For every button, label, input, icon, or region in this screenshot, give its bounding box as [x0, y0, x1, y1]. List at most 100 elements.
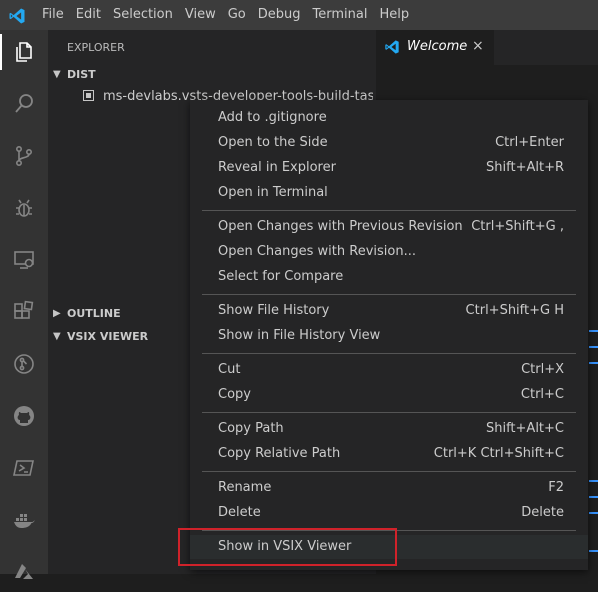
- menu-debug[interactable]: Debug: [252, 0, 307, 30]
- menu-item-shortcut: Delete: [521, 505, 564, 520]
- remote-explorer-icon: [14, 251, 34, 269]
- welcome-link-fragment: [589, 362, 598, 364]
- menu-item-open-in-terminal[interactable]: Open in Terminal: [190, 181, 588, 205]
- menu-item-add-to-gitignore[interactable]: Add to .gitignore: [190, 106, 588, 130]
- menu-item-delete[interactable]: Delete Delete: [190, 501, 588, 525]
- menu-item-shortcut: Shift+Alt+C: [485, 421, 564, 436]
- welcome-link-fragment: [589, 330, 598, 332]
- menu-item-rename[interactable]: Rename F2: [190, 476, 588, 500]
- menu-item-shortcut: Ctrl+X: [521, 362, 564, 377]
- menu-item-shortcut: Ctrl+Enter: [495, 135, 564, 150]
- dist-section-label: DIST: [67, 68, 96, 81]
- menu-item-shortcut: Ctrl+Shift+G H: [465, 303, 564, 318]
- menu-item-reveal-in-explorer[interactable]: Reveal in Explorer Shift+Alt+R: [190, 156, 588, 180]
- welcome-link-fragment: [589, 550, 598, 552]
- menu-terminal[interactable]: Terminal: [307, 0, 374, 30]
- activity-bar: [0, 30, 48, 579]
- menu-separator: [202, 471, 576, 472]
- chevron-down-icon: ▼: [53, 69, 61, 80]
- context-menu: Add to .gitignore Open to the Side Ctrl+En…: [190, 100, 588, 570]
- welcome-link-fragment: [589, 480, 598, 482]
- source-control-icon: [16, 145, 33, 166]
- menu-item-copy-path[interactable]: Copy Path Shift+Alt+C: [190, 417, 588, 441]
- menu-go[interactable]: Go: [222, 0, 252, 30]
- extensions-icon: [14, 300, 34, 319]
- menu-item-label: Show File History: [218, 303, 330, 318]
- outline-section-label: OUTLINE: [67, 307, 121, 320]
- menu-item-label: Show in File History View: [218, 328, 381, 343]
- explorer-title: EXPLORER: [67, 41, 125, 54]
- azure-activity[interactable]: [0, 552, 48, 592]
- menu-item-shortcut: Shift+Alt+R: [486, 160, 564, 175]
- powershell-activity[interactable]: [0, 448, 48, 488]
- search-icon: [15, 94, 33, 113]
- gitlens-icon: [14, 354, 34, 374]
- menu-item-label: Open in Terminal: [218, 185, 328, 200]
- menu-item-label: Open Changes with Revision...: [218, 244, 416, 259]
- docker-icon: [14, 514, 35, 528]
- menu-item-label: Copy Path: [218, 421, 284, 436]
- menu-item-open-changes-with-previous-revision[interactable]: Open Changes with Previous Revision Ctrl+…: [190, 215, 588, 239]
- menu-item-show-in-file-history-view[interactable]: Show in File History View: [190, 324, 588, 348]
- close-icon[interactable]: ×: [472, 38, 484, 54]
- menu-item-label: Cut: [218, 362, 241, 377]
- welcome-link-fragment: [589, 346, 598, 348]
- files-icon: [16, 42, 32, 62]
- menu-separator: [202, 294, 576, 295]
- menu-item-shortcut: Ctrl+K Ctrl+Shift+C: [433, 446, 564, 461]
- menu-item-label: Copy Relative Path: [218, 446, 341, 461]
- menu-view[interactable]: View: [179, 0, 222, 30]
- explorer-activity[interactable]: [0, 32, 48, 72]
- menu-selection[interactable]: Selection: [107, 0, 179, 30]
- menu-item-shortcut: Ctrl+C: [520, 387, 564, 402]
- source-control-activity[interactable]: [0, 136, 48, 176]
- tab-welcome[interactable]: Welcome ×: [376, 30, 494, 65]
- menu-separator: [202, 412, 576, 413]
- menu-item-open-to-the-side[interactable]: Open to the Side Ctrl+Enter: [190, 131, 588, 155]
- menu-item-show-file-history[interactable]: Show File History Ctrl+Shift+G H: [190, 299, 588, 323]
- vscode-logo-icon: [9, 8, 25, 24]
- github-icon: [14, 406, 34, 426]
- gitlens-activity[interactable]: [0, 344, 48, 384]
- search-activity[interactable]: [0, 84, 48, 124]
- menu-separator: [202, 210, 576, 211]
- menu-item-label: Select for Compare: [218, 269, 344, 284]
- menu-item-label: Reveal in Explorer: [218, 160, 336, 175]
- menu-item-label: Copy: [218, 387, 251, 402]
- menu-item-label: Open to the Side: [218, 135, 328, 150]
- welcome-link-fragment: [589, 496, 598, 498]
- menu-item-label: Rename: [218, 480, 272, 495]
- menu-help[interactable]: Help: [373, 0, 415, 30]
- menu-item-cut[interactable]: Cut Ctrl+X: [190, 358, 588, 382]
- highlight-annotation-box: [178, 528, 397, 566]
- menu-separator: [202, 353, 576, 354]
- chevron-right-icon: ▶: [53, 308, 61, 319]
- tab-label: Welcome: [407, 39, 468, 54]
- menu-item-label: Open Changes with Previous Revision: [218, 219, 463, 234]
- file-icon: [83, 90, 94, 101]
- github-activity[interactable]: [0, 396, 48, 436]
- menu-file[interactable]: File: [36, 0, 70, 30]
- menu-item-copy[interactable]: Copy Ctrl+C: [190, 383, 588, 407]
- menu-item-shortcut: Ctrl+Shift+G ,: [471, 219, 564, 234]
- azure-icon: [15, 564, 33, 579]
- menu-item-open-changes-with-revision[interactable]: Open Changes with Revision...: [190, 240, 588, 264]
- debug-activity[interactable]: [0, 188, 48, 228]
- docker-activity[interactable]: [0, 500, 48, 540]
- vsix-viewer-section-label: VSIX VIEWER: [67, 330, 149, 343]
- dist-section-header[interactable]: ▼ DIST: [48, 64, 376, 86]
- chevron-down-icon: ▼: [53, 331, 61, 342]
- vscode-logo-icon: [385, 40, 399, 54]
- menu-item-shortcut: F2: [548, 480, 564, 495]
- tab-bar: Welcome ×: [376, 30, 598, 65]
- remote-explorer-activity[interactable]: [0, 240, 48, 280]
- welcome-link-fragment: [589, 512, 598, 514]
- menu-edit[interactable]: Edit: [70, 0, 107, 30]
- menu-item-copy-relative-path[interactable]: Copy Relative Path Ctrl+K Ctrl+Shift+C: [190, 442, 588, 466]
- menu-item-label: Add to .gitignore: [218, 110, 327, 125]
- menu-item-label: Delete: [218, 505, 261, 520]
- debug-icon: [16, 199, 32, 217]
- powershell-icon: [13, 460, 34, 476]
- extensions-activity[interactable]: [0, 292, 48, 332]
- menu-item-select-for-compare[interactable]: Select for Compare: [190, 265, 588, 289]
